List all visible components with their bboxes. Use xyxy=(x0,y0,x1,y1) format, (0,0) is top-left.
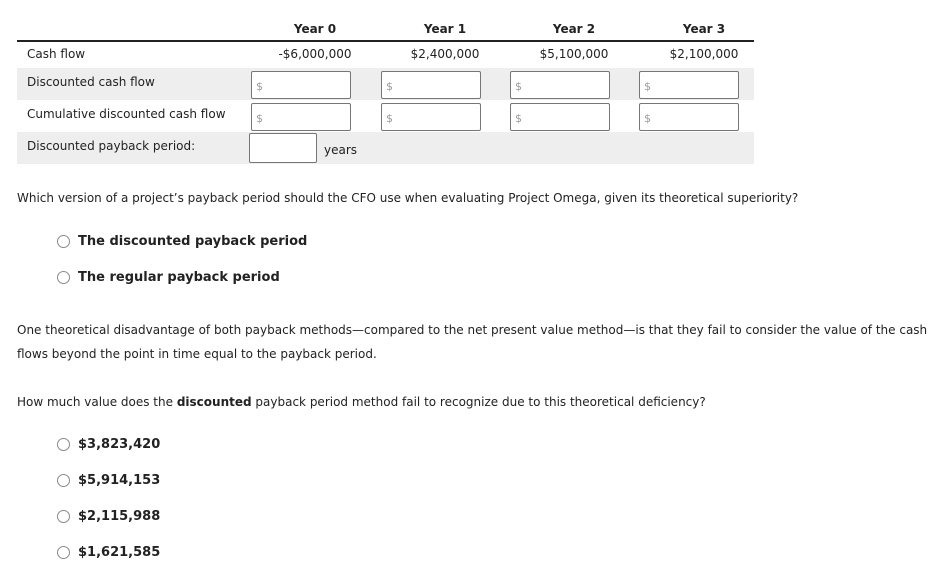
radio-button-icon[interactable] xyxy=(57,510,70,523)
row-discounted-cash-flow: Discounted cash flow $ $ $ $ xyxy=(17,68,754,100)
question-2-bold: discounted xyxy=(176,395,252,409)
question-2-text: How much value does the discounted payba… xyxy=(17,390,706,414)
cumulative-dcf-input-year-3[interactable]: $ xyxy=(639,103,739,131)
dollar-prefix: $ xyxy=(644,80,651,93)
option-label: $3,823,420 xyxy=(78,437,161,452)
option-label: $5,914,153 xyxy=(78,473,161,488)
dollar-prefix: $ xyxy=(256,80,263,93)
row-cumulative-discounted-cash-flow: Cumulative discounted cash flow $ $ $ $ xyxy=(17,100,754,132)
row-label: Cash flow xyxy=(27,47,86,61)
radio-button-icon[interactable] xyxy=(57,438,70,451)
radio-button-icon[interactable] xyxy=(57,271,70,284)
option-discounted-payback[interactable]: The discounted payback period xyxy=(57,234,307,249)
option-regular-payback[interactable]: The regular payback period xyxy=(57,270,280,285)
cash-flow-year-1: $2,400,000 xyxy=(410,47,480,61)
dollar-prefix: $ xyxy=(386,80,393,93)
option-value-4[interactable]: $1,621,585 xyxy=(57,545,160,560)
dollar-prefix: $ xyxy=(256,112,263,125)
explanation-line-1: One theoretical disadvantage of both pay… xyxy=(17,323,928,337)
discounted-cash-flow-input-year-3[interactable]: $ xyxy=(639,71,739,99)
row-cash-flow: Cash flow -$6,000,000 $2,400,000 $5,100,… xyxy=(17,42,754,68)
cash-flow-year-2: $5,100,000 xyxy=(539,47,609,61)
header-year-3: Year 3 xyxy=(682,22,726,36)
cumulative-dcf-input-year-1[interactable]: $ xyxy=(381,103,481,131)
table-header: Year 0 Year 1 Year 2 Year 3 xyxy=(17,16,754,42)
header-year-1: Year 1 xyxy=(423,22,467,36)
header-year-2: Year 2 xyxy=(552,22,596,36)
question-1-text: Which version of a project’s payback per… xyxy=(17,191,799,205)
years-unit-label: years xyxy=(324,143,358,157)
question-2-prefix: How much value does the xyxy=(17,395,177,409)
radio-button-icon[interactable] xyxy=(57,546,70,559)
option-label: The regular payback period xyxy=(78,270,280,285)
explanation-paragraph: One theoretical disadvantage of both pay… xyxy=(17,318,927,366)
cash-flow-table: Year 0 Year 1 Year 2 Year 3 Cash flow -$… xyxy=(17,16,754,164)
row-label: Discounted payback period: xyxy=(27,139,196,153)
row-label: Cumulative discounted cash flow xyxy=(27,107,226,121)
option-label: $1,621,585 xyxy=(78,545,161,560)
discounted-cash-flow-input-year-0[interactable]: $ xyxy=(251,71,351,99)
radio-button-icon[interactable] xyxy=(57,235,70,248)
dollar-prefix: $ xyxy=(515,80,522,93)
option-label: The discounted payback period xyxy=(78,234,308,249)
option-value-2[interactable]: $5,914,153 xyxy=(57,473,160,488)
row-discounted-payback-period: Discounted payback period: years xyxy=(17,132,754,164)
header-year-0: Year 0 xyxy=(293,22,337,36)
option-value-3[interactable]: $2,115,988 xyxy=(57,509,160,524)
option-label: $2,115,988 xyxy=(78,509,161,524)
row-label: Discounted cash flow xyxy=(27,75,155,89)
explanation-line-2: flows beyond the point in time equal to … xyxy=(17,347,377,361)
question-2-suffix: payback period method fail to recognize … xyxy=(251,395,706,409)
option-value-1[interactable]: $3,823,420 xyxy=(57,437,160,452)
discounted-cash-flow-input-year-2[interactable]: $ xyxy=(510,71,610,99)
dollar-prefix: $ xyxy=(644,112,651,125)
dollar-prefix: $ xyxy=(386,112,393,125)
cash-flow-year-3: $2,100,000 xyxy=(669,47,739,61)
cumulative-dcf-input-year-0[interactable]: $ xyxy=(251,103,351,131)
cumulative-dcf-input-year-2[interactable]: $ xyxy=(510,103,610,131)
discounted-cash-flow-input-year-1[interactable]: $ xyxy=(381,71,481,99)
radio-button-icon[interactable] xyxy=(57,474,70,487)
cash-flow-year-0: -$6,000,000 xyxy=(278,47,352,61)
discounted-payback-period-input[interactable] xyxy=(249,133,317,163)
dollar-prefix: $ xyxy=(515,112,522,125)
